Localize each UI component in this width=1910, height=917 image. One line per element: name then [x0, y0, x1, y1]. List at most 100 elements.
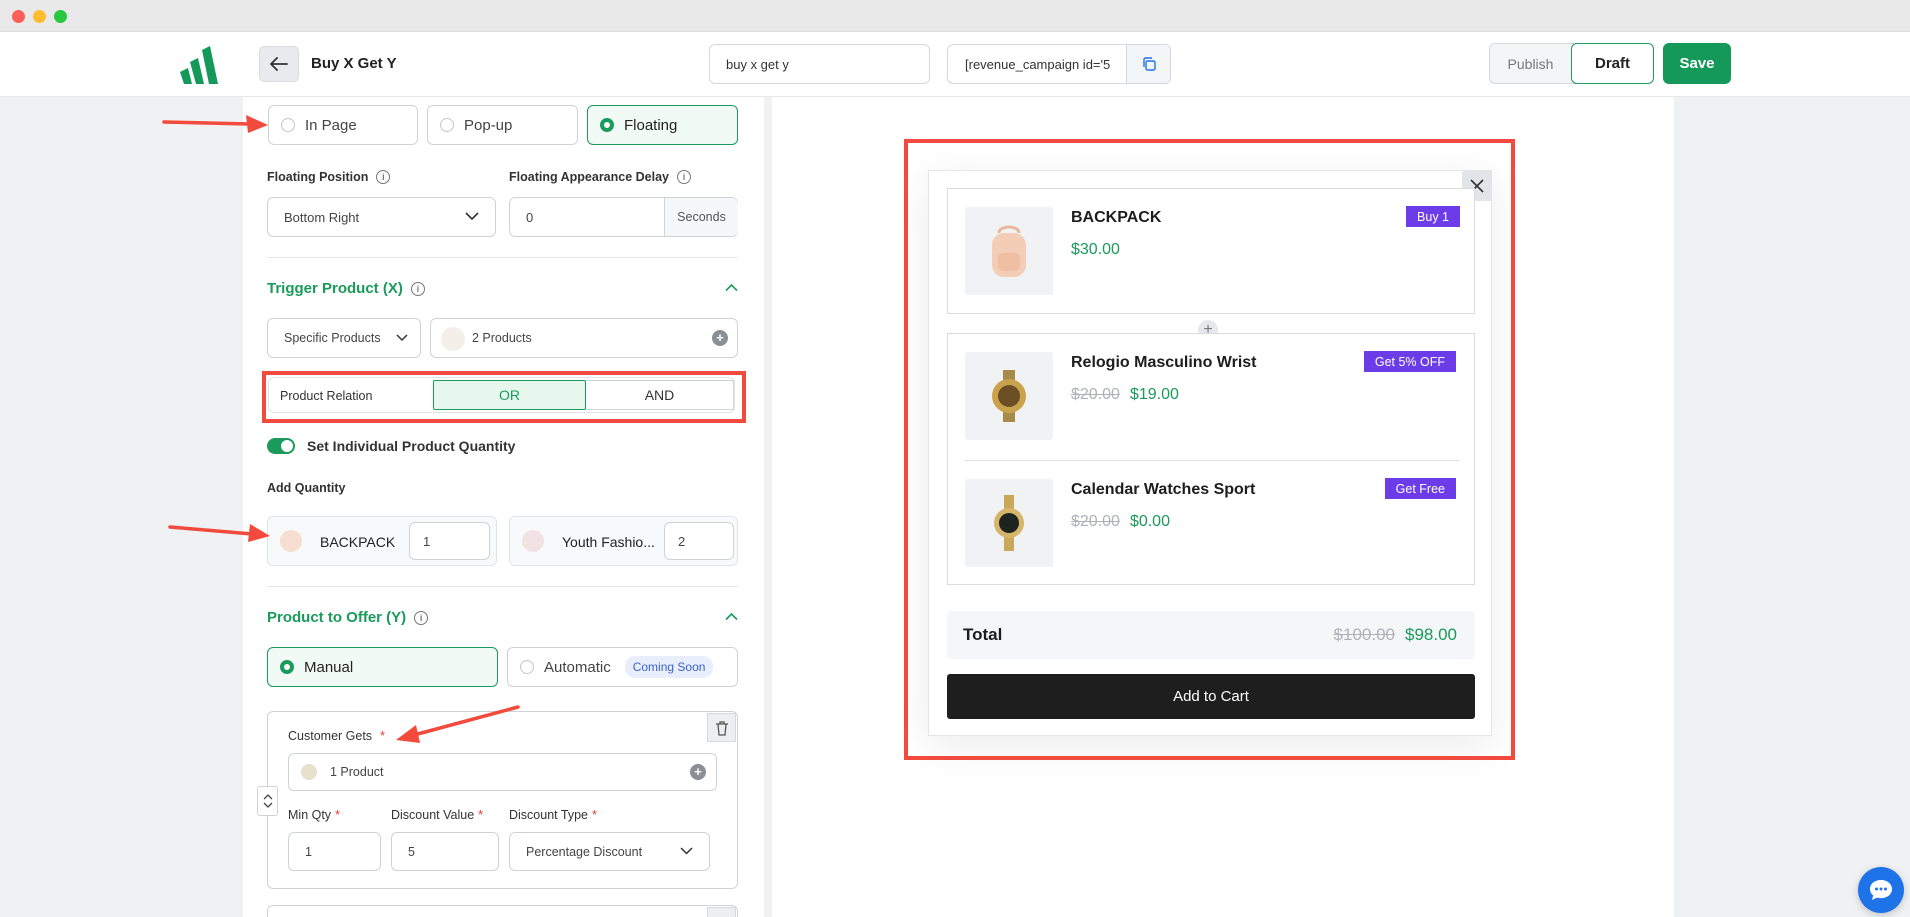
- chevron-up-down-icon: [263, 794, 272, 808]
- discount-value-input[interactable]: 5: [391, 832, 499, 871]
- draft-button[interactable]: Draft: [1571, 43, 1654, 84]
- campaign-title: Buy X Get Y: [311, 55, 397, 72]
- product-thumbnail: [280, 530, 302, 552]
- trigger-type-value: Specific Products: [284, 331, 381, 345]
- toggle-knob: [281, 440, 293, 452]
- close-window-dot[interactable]: [12, 10, 25, 23]
- annotation-highlight-box: [904, 139, 1515, 760]
- info-icon[interactable]: i: [414, 610, 429, 625]
- required-mark: *: [335, 808, 340, 822]
- app-header: Buy X Get Y [revenue_campaign id='5 Publ…: [0, 32, 1910, 97]
- annotation-arrow-icon: [396, 705, 520, 743]
- arrow-left-icon: [270, 57, 288, 71]
- trigger-products-selector[interactable]: 2 Products +: [430, 318, 738, 358]
- radio-floating[interactable]: Floating: [587, 105, 738, 145]
- product-thumbnail: [522, 530, 544, 552]
- campaign-name-input[interactable]: [709, 44, 930, 84]
- quantity-card: BACKPACK 1: [267, 516, 497, 566]
- radio-manual-label: Manual: [304, 658, 354, 676]
- discount-type-select[interactable]: Percentage Discount: [509, 832, 710, 871]
- copy-shortcode-button[interactable]: [1126, 45, 1170, 83]
- quantity-card: Youth Fashio... 2: [509, 516, 738, 566]
- info-icon[interactable]: i: [376, 170, 391, 184]
- radio-in-page[interactable]: In Page: [268, 105, 418, 145]
- quantity-value: 1: [423, 534, 431, 549]
- annotation-highlight-box: [262, 371, 746, 423]
- required-mark: *: [380, 729, 385, 743]
- status-segment: Publish Draft: [1489, 43, 1654, 84]
- radio-automatic[interactable]: Automatic Coming Soon: [507, 647, 738, 687]
- copy-icon: [1142, 57, 1156, 71]
- radio-circle-selected: [600, 118, 614, 132]
- shortcode-field[interactable]: [revenue_campaign id='5: [947, 44, 1171, 84]
- add-product-icon[interactable]: +: [712, 330, 728, 346]
- floating-delay-label: Floating Appearance Delay i: [509, 170, 691, 184]
- discount-value-value: 5: [408, 845, 415, 859]
- publish-button[interactable]: Publish: [1490, 44, 1571, 83]
- window-titlebar: [0, 0, 1910, 32]
- min-qty-label: Min Qty *: [288, 808, 340, 822]
- trigger-product-title: Trigger Product (X) i: [267, 280, 425, 297]
- save-button[interactable]: Save: [1663, 43, 1731, 84]
- chevron-up-icon[interactable]: [725, 283, 738, 292]
- coming-soon-badge: Coming Soon: [624, 656, 714, 678]
- chevron-up-icon[interactable]: [725, 612, 738, 621]
- reorder-handle[interactable]: [257, 786, 278, 816]
- discount-type-value: Percentage Discount: [526, 844, 643, 859]
- radio-circle: [520, 660, 534, 674]
- discount-value-label: Discount Value *: [391, 808, 484, 822]
- divider: [267, 586, 738, 587]
- brand-logo-icon: [180, 46, 218, 84]
- divider: [267, 257, 738, 258]
- chevron-down-icon: [396, 334, 408, 342]
- radio-pop-up[interactable]: Pop-up: [427, 105, 578, 145]
- floating-delay-value: 0: [526, 210, 534, 225]
- quantity-input[interactable]: 1: [409, 522, 490, 560]
- customer-gets-value: 1 Product: [330, 765, 384, 779]
- offer-rule-card-next: [267, 905, 738, 917]
- quantity-input[interactable]: 2: [664, 522, 734, 560]
- shortcode-text: [revenue_campaign id='5: [965, 57, 1111, 72]
- annotation-arrow-icon: [162, 115, 268, 133]
- trigger-products-value: 2 Products: [472, 331, 532, 345]
- info-icon[interactable]: i: [677, 170, 691, 184]
- add-quantity-label: Add Quantity: [267, 481, 346, 495]
- quantity-product-name: BACKPACK: [320, 534, 396, 550]
- floating-delay-input[interactable]: 0 Seconds: [509, 197, 738, 237]
- delete-rule-button[interactable]: [707, 907, 736, 917]
- delay-unit: Seconds: [664, 198, 738, 236]
- radio-manual[interactable]: Manual: [267, 647, 498, 687]
- quantity-product-name: Youth Fashio...: [562, 534, 655, 550]
- floating-position-select[interactable]: Bottom Right: [267, 197, 496, 237]
- offer-product-title: Product to Offer (Y) i: [267, 609, 429, 626]
- required-mark: *: [591, 808, 597, 822]
- product-thumbnail: [441, 327, 465, 351]
- floating-position-label: Floating Position i: [267, 170, 391, 184]
- customer-gets-selector[interactable]: 1 Product +: [288, 753, 717, 791]
- radio-floating-label: Floating: [624, 116, 678, 134]
- chat-bubble-icon: [1870, 880, 1892, 900]
- individual-quantity-toggle[interactable]: [267, 438, 295, 454]
- add-product-icon[interactable]: +: [690, 764, 706, 780]
- customer-gets-label: Customer Gets *: [288, 729, 385, 743]
- radio-in-page-label: In Page: [305, 116, 357, 134]
- required-mark: *: [478, 808, 484, 822]
- min-qty-input[interactable]: 1: [288, 832, 381, 871]
- back-button[interactable]: [259, 46, 299, 82]
- trigger-type-select[interactable]: Specific Products: [267, 318, 421, 358]
- min-qty-value: 1: [305, 845, 312, 859]
- info-icon[interactable]: i: [410, 281, 425, 296]
- delete-rule-button[interactable]: [707, 713, 736, 742]
- individual-quantity-label: Set Individual Product Quantity: [307, 438, 516, 454]
- floating-position-value: Bottom Right: [284, 209, 360, 225]
- radio-circle: [281, 118, 295, 132]
- radio-automatic-label: Automatic: [544, 658, 611, 676]
- maximize-window-dot[interactable]: [54, 10, 67, 23]
- radio-pop-up-label: Pop-up: [464, 116, 513, 134]
- chevron-down-icon: [465, 212, 479, 221]
- annotation-arrow-icon: [168, 524, 270, 542]
- minimize-window-dot[interactable]: [33, 10, 46, 23]
- chat-support-button[interactable]: [1858, 867, 1904, 913]
- trash-icon: [715, 720, 728, 736]
- chevron-down-icon: [680, 847, 693, 855]
